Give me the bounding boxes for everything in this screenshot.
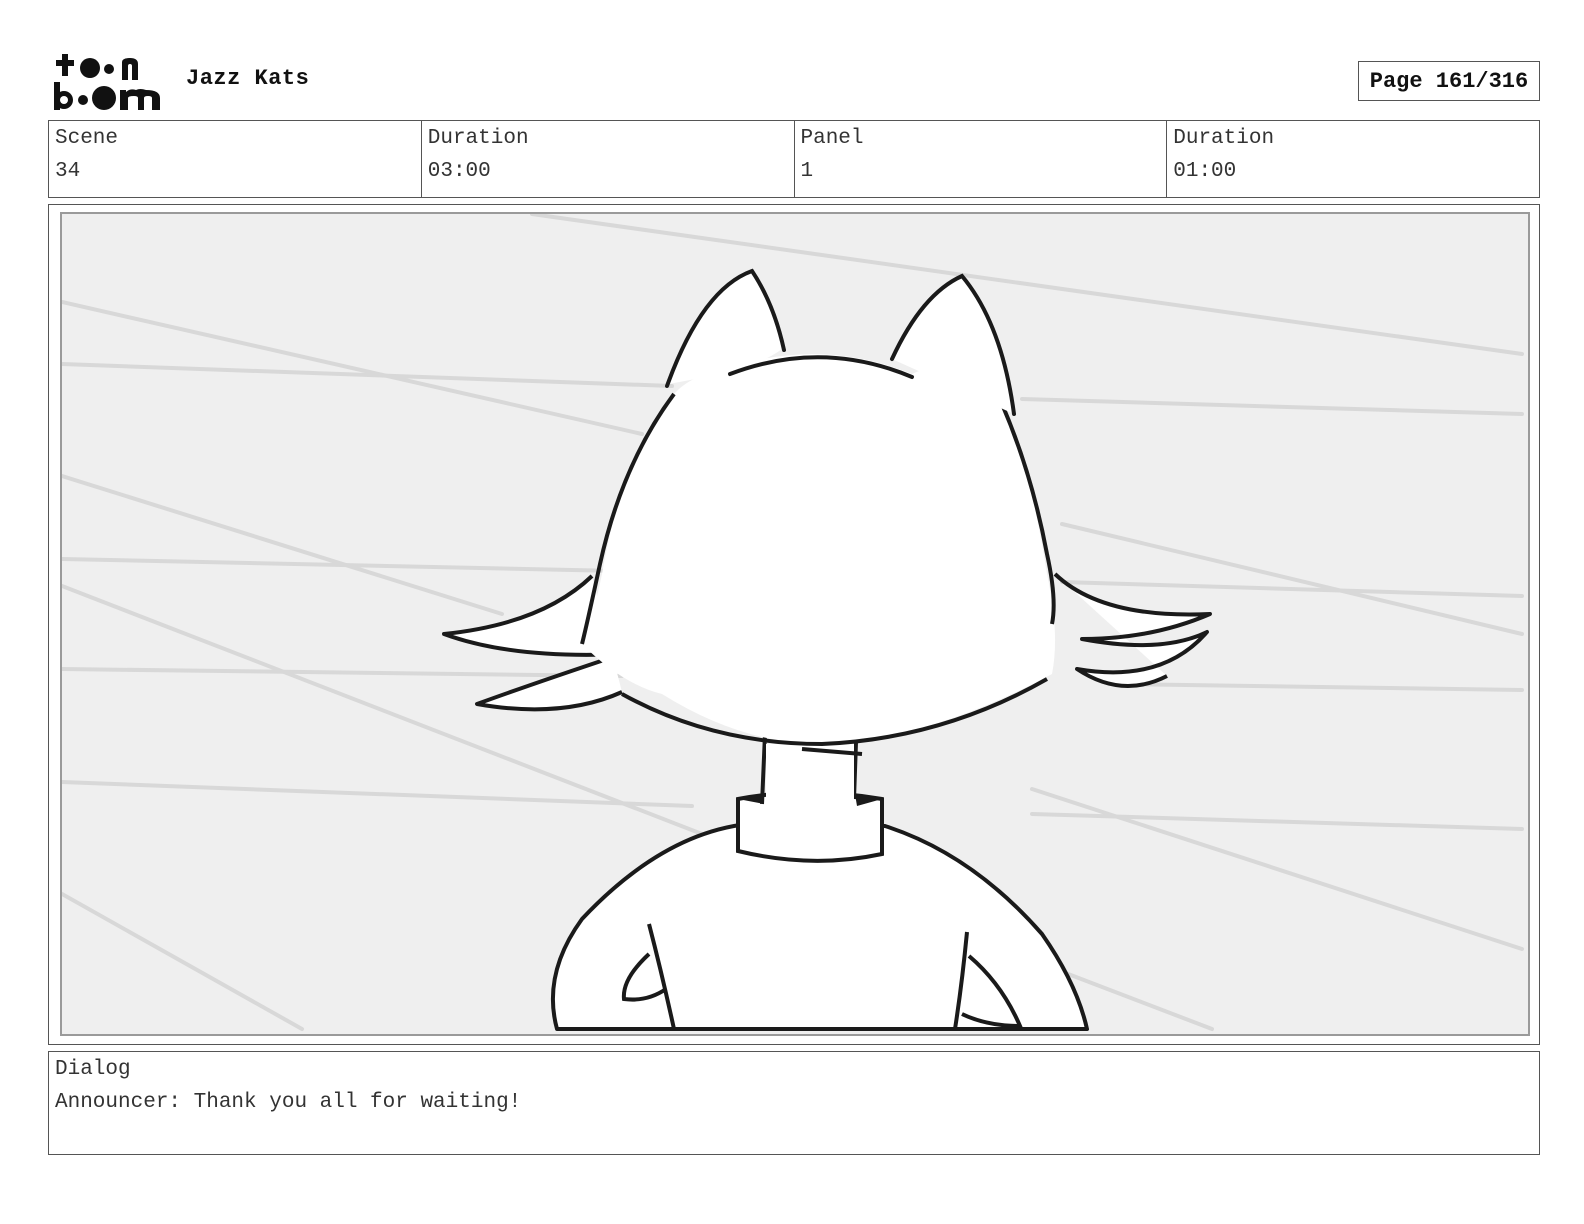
scene-duration-value: 03:00: [427, 160, 491, 183]
scene-duration-cell: Duration 03:00: [422, 121, 795, 197]
panel-duration-label: Duration: [1173, 127, 1275, 150]
panel-label: Panel: [800, 127, 864, 150]
dialog-label: Dialog: [55, 1058, 131, 1081]
cat-character-sketch: [62, 214, 1524, 1031]
page-number: Page 161/316: [1358, 61, 1540, 101]
panel-duration-value: 01:00: [1173, 160, 1237, 183]
panel-value: 1: [800, 160, 814, 183]
toon-boom-logo: [52, 52, 164, 112]
panel-drawing-area: [60, 212, 1530, 1036]
scene-duration-label: Duration: [427, 127, 529, 150]
dialog-box: Dialog Announcer: Thank you all for wait…: [48, 1051, 1540, 1155]
panel-duration-cell: Duration 01:00: [1167, 121, 1539, 197]
scene-label: Scene: [55, 127, 119, 150]
hair-tuft-right: [1053, 572, 1212, 688]
panel-cell: Panel 1: [795, 121, 1168, 197]
storyboard-panel: [48, 204, 1540, 1045]
dialog-text: Announcer: Thank you all for waiting!: [55, 1091, 522, 1114]
panel-info-table: Scene 34 Duration 03:00 Panel 1 Duration…: [48, 120, 1540, 198]
scene-value: 34: [55, 160, 81, 183]
project-title: Jazz Kats: [186, 66, 310, 91]
toon-boom-logo-mark: [54, 54, 160, 110]
scene-cell: Scene 34: [49, 121, 422, 197]
